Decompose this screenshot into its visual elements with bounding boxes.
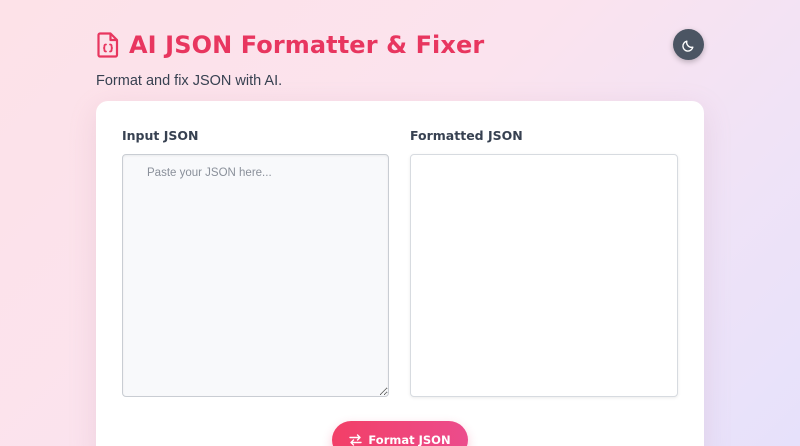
input-json-label: Input JSON <box>122 128 199 143</box>
moon-icon <box>681 38 696 52</box>
page-title: AI JSON Formatter & Fixer <box>129 31 485 59</box>
app-header: AI JSON Formatter & Fixer <box>96 28 704 62</box>
formatter-card: Input JSON Formatted JSON Format JSON <box>96 101 704 446</box>
input-json-textarea[interactable] <box>122 154 389 397</box>
swap-arrows-icon <box>349 434 363 446</box>
formatted-json-output[interactable] <box>410 154 678 397</box>
format-json-label: Format JSON <box>368 433 451 446</box>
file-code-icon <box>96 31 120 59</box>
theme-toggle-button[interactable] <box>673 29 704 60</box>
page-subtitle: Format and fix JSON with AI. <box>96 73 283 89</box>
formatted-json-label: Formatted JSON <box>410 128 523 143</box>
format-json-button[interactable]: Format JSON <box>332 421 468 446</box>
